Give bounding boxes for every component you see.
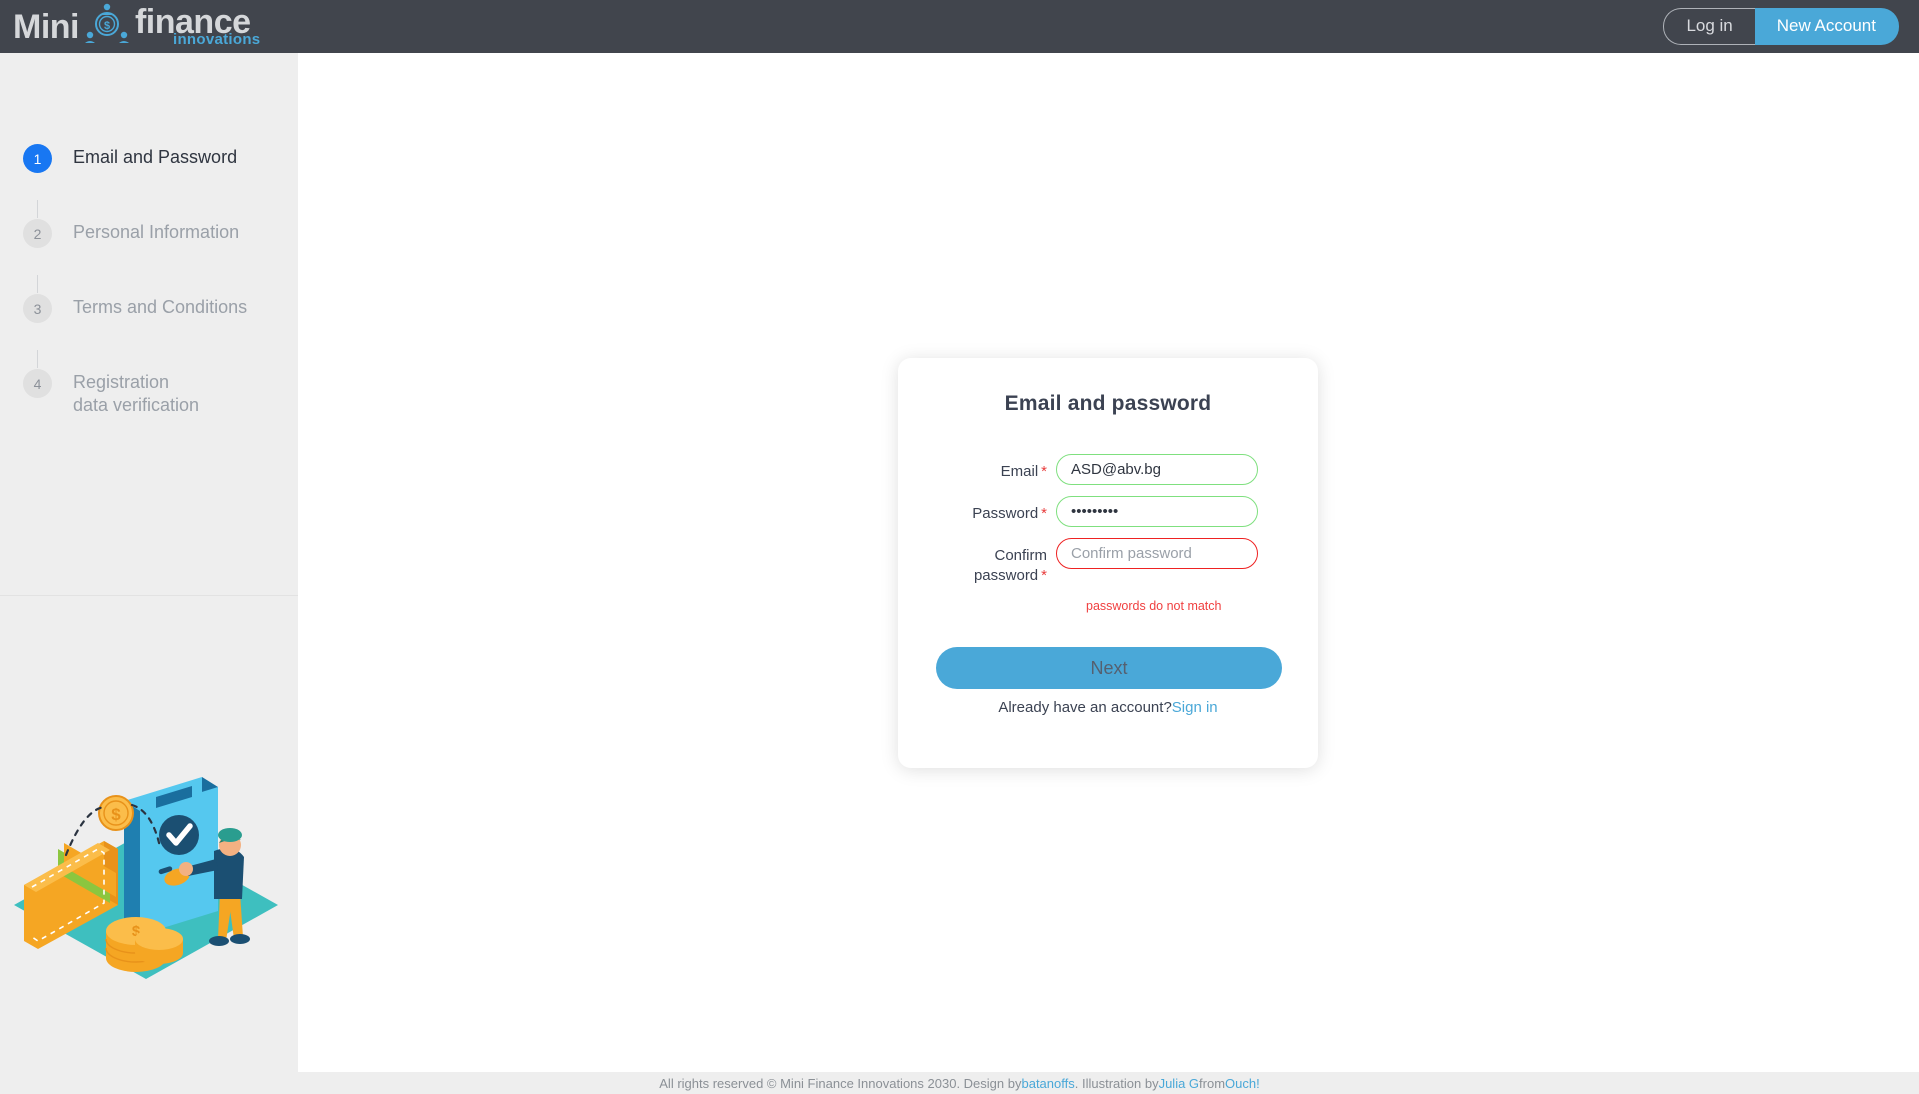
mobile-payment-illustration: $ $ (6, 753, 286, 983)
email-input[interactable] (1056, 454, 1258, 485)
confirm-password-label: Confirm password * (936, 538, 1056, 585)
footer-text-3: from (1199, 1075, 1226, 1091)
signin-prompt-row: Already have an account?Sign in (936, 699, 1280, 716)
password-required-asterisk: * (1041, 505, 1047, 522)
dollar-coin-people-icon: $ (84, 3, 129, 50)
error-row: passwords do not match (936, 596, 1280, 613)
footer-text-1: All rights reserved © Mini Finance Innov… (659, 1075, 1022, 1091)
password-row: Password * (936, 496, 1280, 527)
confirm-password-required-asterisk: * (1041, 566, 1047, 584)
sidebar: 1 Email and Password 2 Personal Informat… (0, 53, 298, 1072)
password-label-text: Password (972, 505, 1039, 522)
password-label: Password * (936, 496, 1056, 524)
footer-text-2: . Illustration by (1074, 1075, 1159, 1091)
svg-text:$: $ (111, 805, 121, 824)
sign-in-link[interactable]: Sign in (1172, 699, 1218, 716)
sidebar-step-1[interactable]: 1 Email and Password (0, 143, 298, 200)
new-account-button[interactable]: New Account (1754, 8, 1899, 45)
step-label-3: Terms and Conditions (73, 297, 248, 317)
login-button[interactable]: Log in (1663, 8, 1755, 45)
step-connector-1 (37, 200, 38, 218)
sidebar-step-3[interactable]: 3 Terms and Conditions (0, 293, 298, 350)
step-number-badge-3: 3 (23, 294, 52, 323)
step-label-4: Registration data verification (73, 372, 200, 415)
nav-button-group: Log in New Account (1663, 8, 1919, 45)
card-title: Email and password (1004, 392, 1212, 415)
confirm-password-label-text: Confirm password (973, 547, 1047, 584)
error-spacer (936, 596, 1056, 613)
step-number-badge-2: 2 (23, 219, 52, 248)
step-connector-3 (37, 350, 38, 368)
footer-link-illustrator[interactable]: Julia G (1159, 1076, 1199, 1091)
sidebar-step-4[interactable]: 4 Registration data verification (0, 368, 298, 425)
sidebar-step-2[interactable]: 2 Personal Information (0, 218, 298, 275)
main-content: Email and password Email* Password* Conf… (298, 53, 1919, 1072)
step-label-1: Email and Password (73, 147, 238, 167)
svg-text:$: $ (104, 20, 110, 32)
logo-text-mini: Mini (13, 7, 79, 46)
top-navbar: Mini $ finance innovations Log in New Ac… (0, 0, 1919, 53)
step-number-badge-1: 1 (23, 144, 52, 173)
registration-card: Email and password Email* Password* Conf… (898, 358, 1318, 768)
step-number-badge-4: 4 (23, 369, 52, 398)
sidebar-divider (0, 595, 298, 596)
password-mismatch-error: passwords do not match (1086, 599, 1222, 613)
password-input[interactable] (1056, 496, 1258, 527)
footer: All rights reserved © Mini Finance Innov… (0, 1072, 1919, 1094)
footer-link-designer[interactable]: batanoffs (1021, 1076, 1074, 1091)
registration-page: Mini $ finance innovations Log in New Ac… (0, 0, 1919, 1094)
signin-prompt-text: Already have an account? (998, 699, 1172, 716)
email-row: Email * (936, 454, 1280, 485)
confirm-password-input[interactable] (1056, 538, 1258, 569)
email-label: Email * (936, 454, 1056, 482)
footer-link-source[interactable]: Ouch! (1225, 1076, 1260, 1091)
email-required-asterisk: * (1041, 463, 1047, 480)
confirm-password-row: Confirm password * (936, 538, 1280, 585)
next-button[interactable]: Next (936, 647, 1282, 689)
registration-steps: 1 Email and Password 2 Personal Informat… (0, 53, 298, 425)
logo-text-innovations: innovations (172, 31, 261, 48)
brand-logo[interactable]: Mini $ finance innovations (0, 3, 260, 50)
step-label-2: Personal Information (73, 222, 240, 242)
email-label-text: Email (1000, 463, 1039, 480)
step-connector-2 (37, 275, 38, 293)
